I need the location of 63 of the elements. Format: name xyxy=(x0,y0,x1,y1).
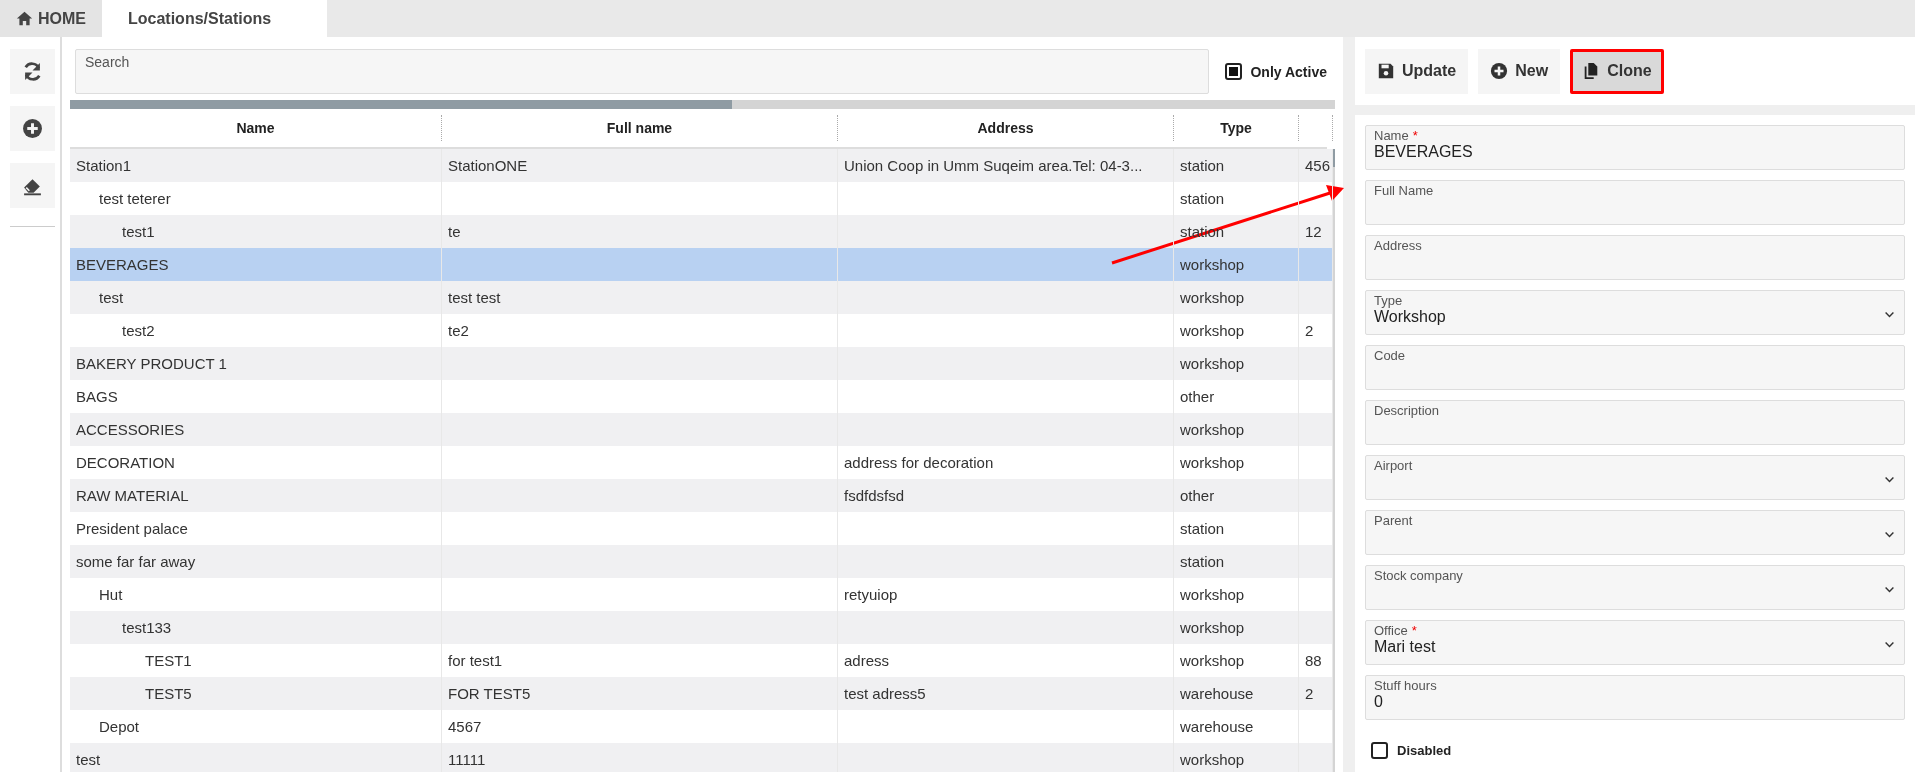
column-header[interactable]: Name xyxy=(70,115,442,141)
clear-button[interactable] xyxy=(10,163,55,208)
save-button[interactable]: Update xyxy=(1365,48,1469,94)
select-field[interactable]: Stock company xyxy=(1365,565,1905,610)
search-field[interactable]: Search xyxy=(75,49,1210,94)
input-field[interactable]: Name * BEVERAGES xyxy=(1365,125,1905,170)
vertical-scrollbar[interactable] xyxy=(1333,149,1335,772)
field-label: Parent xyxy=(1374,513,1413,528)
new-button[interactable]: New xyxy=(1478,48,1561,94)
page-tab[interactable]: Locations/Stations xyxy=(102,0,327,37)
input-field[interactable]: Stuff hours 0 xyxy=(1365,675,1905,720)
field-label: Stock company xyxy=(1374,568,1463,583)
required-mark: * xyxy=(1411,623,1417,638)
input-field[interactable]: Address xyxy=(1365,235,1905,280)
field-label: Description xyxy=(1374,403,1440,418)
field-label: Name xyxy=(1374,128,1409,143)
column-header[interactable]: Address xyxy=(838,115,1174,141)
table-row[interactable]: BAKERY PRODUCT 1 workshop xyxy=(70,347,1333,380)
clone-button[interactable]: Clone xyxy=(1570,48,1664,94)
table-cell: 11111 xyxy=(442,743,838,772)
field-label: Stuff hours xyxy=(1374,678,1437,693)
field-label: Office xyxy=(1374,623,1408,638)
select-field[interactable]: Office * Mari test xyxy=(1365,620,1905,665)
table-row[interactable]: test133 workshop xyxy=(70,611,1333,644)
field-label: Full Name xyxy=(1374,183,1434,198)
select-field[interactable]: Airport xyxy=(1365,455,1905,500)
table-row[interactable]: some far far away station xyxy=(70,545,1333,578)
field-label: Type xyxy=(1374,293,1403,308)
field-value: Workshop xyxy=(1374,308,1446,326)
select-field[interactable]: Type Workshop xyxy=(1365,290,1905,335)
select-field[interactable]: Parent xyxy=(1365,510,1905,555)
input-field[interactable]: Description xyxy=(1365,400,1905,445)
table-row[interactable]: TEST5 FOR TEST5 test adress5 warehouse 2 xyxy=(70,677,1333,710)
input-field[interactable]: Full Name xyxy=(1365,180,1905,225)
disabled-label: Disabled xyxy=(1397,743,1452,758)
field-value: 0 xyxy=(1374,693,1383,711)
field-label: Address xyxy=(1374,238,1422,253)
input-field[interactable]: Code xyxy=(1365,345,1905,390)
field-label: Airport xyxy=(1374,458,1413,473)
table-row[interactable]: BEVERAGES workshop xyxy=(70,248,1333,281)
only-active-label: Only Active xyxy=(1250,63,1327,80)
table-row[interactable]: test test test workshop xyxy=(70,281,1333,314)
home-icon xyxy=(16,10,33,27)
column-header[interactable]: Type xyxy=(1174,115,1299,141)
required-mark: * xyxy=(1412,128,1418,143)
plus-circle-icon xyxy=(22,118,43,139)
horizontal-scrollbar[interactable] xyxy=(70,100,1335,109)
refresh-button[interactable] xyxy=(10,49,55,94)
field-label: Code xyxy=(1374,348,1406,363)
refresh-icon xyxy=(22,61,43,82)
table-cell: workshop xyxy=(1174,743,1299,772)
field-value: Mari test xyxy=(1374,638,1436,656)
table-cell: test xyxy=(70,743,442,772)
table-row[interactable]: ACCESSORIES workshop xyxy=(70,413,1333,446)
field-value: BEVERAGES xyxy=(1374,143,1473,161)
plus-circle-icon xyxy=(1490,62,1509,80)
table-row[interactable]: RAW MATERIAL fsdfdsfsd other xyxy=(70,479,1333,512)
table-row[interactable]: Station1 StationONE Union Coop in Umm Suqeim area.Tel: 04-3... station 456 xyxy=(70,149,1333,182)
column-header[interactable]: Full name xyxy=(442,115,838,141)
home-tab[interactable]: HOME xyxy=(0,0,102,37)
table-row[interactable]: test 11111 workshop xyxy=(70,743,1333,772)
add-button[interactable] xyxy=(10,106,55,151)
only-active-checkbox[interactable] xyxy=(1225,63,1243,80)
